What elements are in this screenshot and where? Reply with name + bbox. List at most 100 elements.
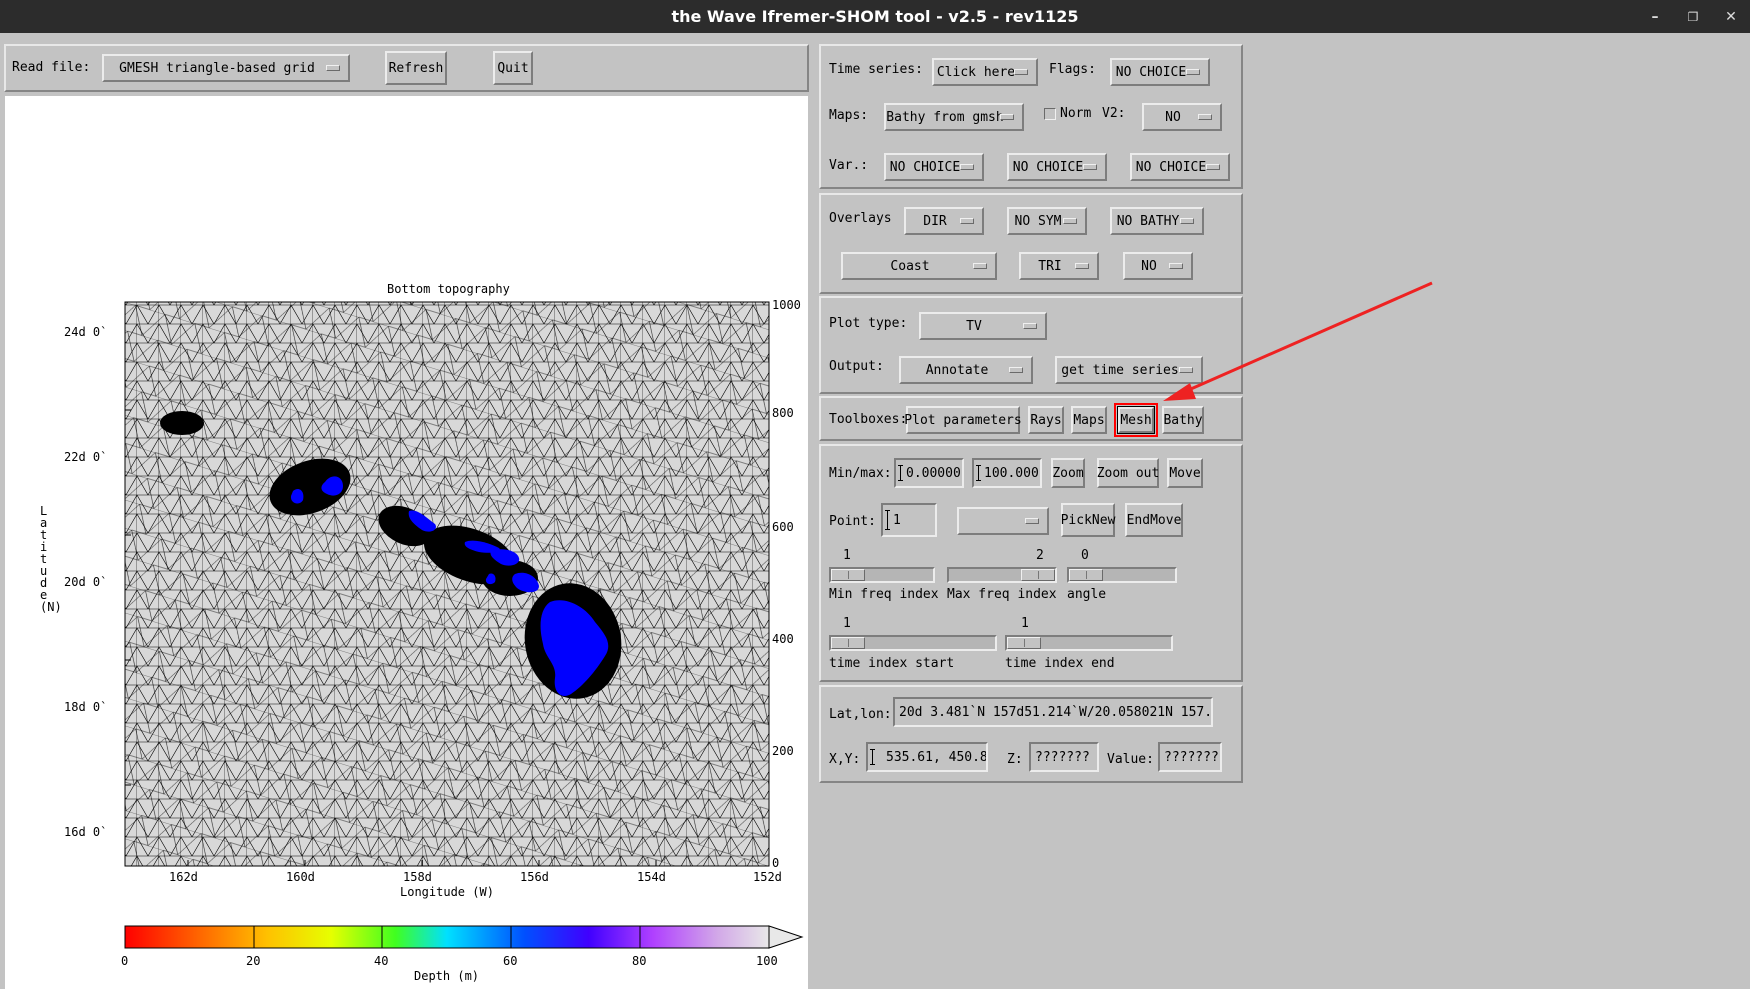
- plot-parameters-button[interactable]: Plot parameters: [904, 406, 1022, 434]
- quit-button[interactable]: Quit: [493, 51, 533, 85]
- read-file-label: Read file:: [12, 60, 91, 75]
- coast-select[interactable]: Coast: [841, 252, 997, 280]
- zoom-out-button[interactable]: Zoom out: [1097, 458, 1159, 488]
- refresh-button[interactable]: Refresh: [385, 51, 447, 85]
- colorbar-label: Depth (m): [414, 969, 480, 983]
- mesh-button[interactable]: Mesh: [1117, 406, 1155, 434]
- angle-slider[interactable]: [1067, 567, 1177, 583]
- position-panel: Lat,lon: 20d 3.481`N 157d51.214`W/20.058…: [819, 685, 1243, 783]
- get-series-select[interactable]: get time series: [1055, 356, 1203, 384]
- var-select-2[interactable]: NO CHOICE: [1007, 153, 1107, 181]
- min-freq-slider[interactable]: [829, 567, 935, 583]
- dropdown-icon: [1186, 69, 1200, 75]
- colorbar-tick: 20: [246, 954, 261, 968]
- dropdown-icon: [960, 164, 974, 170]
- lat-tick: 22d 0`: [64, 450, 108, 464]
- angle-value: 0: [1081, 548, 1089, 563]
- dropdown-icon: [973, 263, 987, 269]
- slider-thumb[interactable]: [1021, 569, 1055, 581]
- norm-checkbox[interactable]: [1044, 108, 1056, 120]
- time-end-slider[interactable]: [1005, 635, 1173, 651]
- plot-type-panel: Plot type: TV Output: Annotate get time …: [819, 296, 1243, 394]
- right-tick: 200: [772, 744, 794, 758]
- plot-type-select[interactable]: TV: [919, 312, 1047, 340]
- right-tick: 800: [772, 406, 794, 420]
- z-label: Z:: [1007, 752, 1023, 767]
- z-field[interactable]: ???????: [1029, 742, 1099, 772]
- bathy-toolbox-button[interactable]: Bathy: [1162, 406, 1204, 434]
- time-series-label: Time series:: [829, 62, 923, 77]
- value-field[interactable]: ???????: [1158, 742, 1222, 772]
- latlon-field[interactable]: 20d 3.481`N 157d51.214`W/20.058021N 157.…: [893, 697, 1213, 727]
- xy-field[interactable]: 535.61, 450.89: [866, 742, 988, 772]
- end-move-button[interactable]: EndMove: [1125, 503, 1183, 537]
- window-titlebar: the Wave Ifremer-SHOM tool - v2.5 - rev1…: [0, 0, 1750, 33]
- point-field[interactable]: 1: [881, 503, 937, 537]
- var-select-3[interactable]: NO CHOICE: [1130, 153, 1230, 181]
- colorbar: [124, 925, 804, 949]
- max-freq-slider[interactable]: [947, 567, 1057, 583]
- colorbar-tick: 100: [756, 954, 778, 968]
- maps-label: Maps:: [829, 108, 869, 123]
- min-value-field[interactable]: 0.00000: [894, 458, 964, 488]
- close-icon[interactable]: ✕: [1714, 0, 1748, 33]
- dropdown-icon: [1169, 263, 1183, 269]
- var-select-1[interactable]: NO CHOICE: [884, 153, 984, 181]
- bathy-overlay-select[interactable]: NO BATHY: [1110, 207, 1204, 235]
- mesh-map[interactable]: [5, 96, 808, 989]
- toolboxes-label: Toolboxes:: [829, 412, 908, 427]
- lon-tick: 162d: [169, 870, 198, 884]
- maps-select[interactable]: Bathy from gmsh: [884, 103, 1024, 131]
- v2-label: V2:: [1102, 106, 1126, 121]
- move-button[interactable]: Move: [1167, 458, 1203, 488]
- range-panel: Min/max: 0.00000 100.000 Zoom Zoom out M…: [819, 444, 1243, 682]
- right-tick: 400: [772, 632, 794, 646]
- slider-thumb[interactable]: [831, 637, 865, 649]
- maps-toolbox-button[interactable]: Maps: [1071, 406, 1107, 434]
- flags-select[interactable]: NO CHOICE: [1110, 58, 1210, 86]
- right-tick: 600: [772, 520, 794, 534]
- colorbar-tick: 40: [374, 954, 389, 968]
- pick-new-button[interactable]: PickNew: [1061, 503, 1115, 537]
- rays-button[interactable]: Rays: [1028, 406, 1064, 434]
- grid-type-select[interactable]: GMESH triangle-based grid: [102, 54, 350, 82]
- time-start-label: time index start: [829, 656, 955, 671]
- dropdown-icon: [1025, 518, 1039, 524]
- zoom-button[interactable]: Zoom: [1051, 458, 1085, 488]
- dir-select[interactable]: DIR: [904, 207, 984, 235]
- colorbar-tick: 80: [632, 954, 647, 968]
- max-value-field[interactable]: 100.000: [972, 458, 1042, 488]
- maximize-icon[interactable]: ❐: [1676, 0, 1710, 33]
- value-label: Value:: [1107, 752, 1154, 767]
- v2-select[interactable]: NO: [1142, 103, 1222, 131]
- slider-thumb[interactable]: [1007, 637, 1041, 649]
- dropdown-icon: [1180, 218, 1194, 224]
- dropdown-icon: [1179, 367, 1193, 373]
- slider-thumb[interactable]: [831, 569, 865, 581]
- slider-thumb[interactable]: [1069, 569, 1103, 581]
- point-select[interactable]: [957, 507, 1049, 535]
- colorbar-tick: 0: [121, 954, 129, 968]
- max-freq-value: 2: [1036, 548, 1044, 563]
- norm-label: Norm: [1060, 106, 1092, 121]
- y-axis-label: Latitude (N): [40, 504, 62, 614]
- time-end-label: time index end: [1005, 656, 1115, 671]
- sym-select[interactable]: NO SYM: [1007, 207, 1087, 235]
- data-selection-panel: Time series: Click here Flags: NO CHOICE…: [819, 44, 1243, 189]
- output-select[interactable]: Annotate: [899, 356, 1033, 384]
- overlays-label: Overlays: [829, 211, 892, 226]
- time-series-select[interactable]: Click here: [932, 58, 1038, 86]
- plot-type-label: Plot type:: [829, 316, 908, 331]
- toolboxes-panel: Toolboxes: Plot parameters Rays Maps Mes…: [819, 396, 1243, 441]
- tri-select[interactable]: TRI: [1019, 252, 1099, 280]
- lat-tick: 20d 0`: [64, 575, 108, 589]
- lon-tick: 160d: [286, 870, 315, 884]
- time-start-slider[interactable]: [829, 635, 997, 651]
- window-title: the Wave Ifremer-SHOM tool - v2.5 - rev1…: [671, 7, 1079, 26]
- colorbar-tick: 60: [503, 954, 518, 968]
- minimize-icon[interactable]: –: [1638, 0, 1672, 33]
- no-select[interactable]: NO: [1123, 252, 1193, 280]
- lat-tick: 16d 0`: [64, 825, 108, 839]
- dropdown-icon: [1000, 114, 1014, 120]
- flags-label: Flags:: [1049, 62, 1096, 77]
